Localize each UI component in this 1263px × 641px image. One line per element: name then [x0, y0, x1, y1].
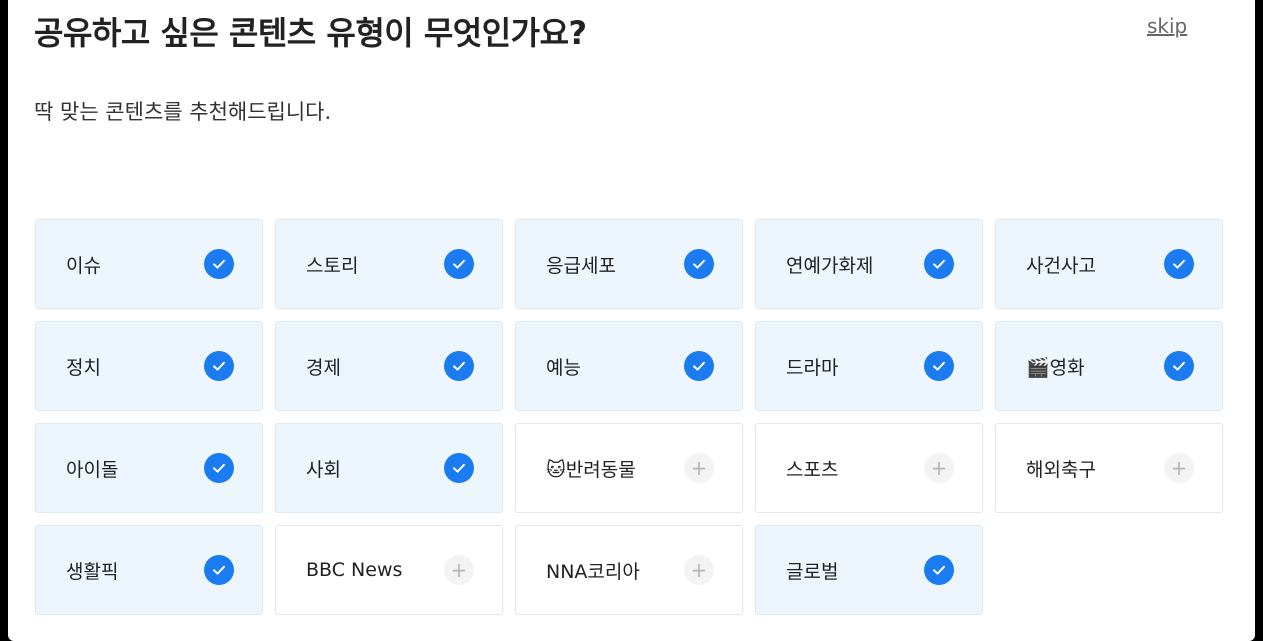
category-card[interactable]: 드라마: [755, 321, 983, 411]
category-card[interactable]: 사회: [275, 423, 503, 513]
category-label: 🎬영화: [1026, 356, 1085, 379]
skip-link[interactable]: skip: [1147, 14, 1187, 38]
category-label: 🐱반려동물: [546, 458, 636, 481]
plus-icon: +: [684, 453, 714, 483]
category-label: 이슈: [66, 254, 101, 277]
category-label: 정치: [66, 356, 101, 379]
check-icon: [204, 249, 234, 279]
category-label: 스토리: [306, 254, 359, 277]
category-card[interactable]: 스포츠 +: [755, 423, 983, 513]
category-label: 사건사고: [1026, 254, 1096, 277]
category-card[interactable]: 아이돌: [35, 423, 263, 513]
category-label: 예능: [546, 356, 581, 379]
plus-icon: +: [924, 453, 954, 483]
category-label: NNA코리아: [546, 560, 640, 583]
category-label: 응급세포: [546, 254, 616, 277]
check-icon: [444, 249, 474, 279]
category-card[interactable]: 글로벌: [755, 525, 983, 615]
check-icon: [204, 453, 234, 483]
category-label: BBC News: [306, 559, 403, 581]
onboarding-modal: 공유하고 싶은 콘텐츠 유형이 무엇인가요? skip 딱 맞는 콘텐츠를 추천…: [8, 0, 1255, 641]
category-card[interactable]: 이슈: [35, 219, 263, 309]
category-card[interactable]: 스토리: [275, 219, 503, 309]
plus-icon: +: [684, 555, 714, 585]
category-label: 아이돌: [66, 458, 119, 481]
category-label: 사회: [306, 458, 341, 481]
category-card[interactable]: 해외축구 +: [995, 423, 1223, 513]
check-icon: [204, 555, 234, 585]
category-label: 스포츠: [786, 458, 839, 481]
category-card[interactable]: 🎬영화: [995, 321, 1223, 411]
category-card[interactable]: 예능: [515, 321, 743, 411]
category-card[interactable]: NNA코리아 +: [515, 525, 743, 615]
check-icon: [1164, 351, 1194, 381]
check-icon: [444, 453, 474, 483]
plus-icon: +: [444, 555, 474, 585]
category-card[interactable]: 생활픽: [35, 525, 263, 615]
category-card[interactable]: 사건사고: [995, 219, 1223, 309]
category-label: 경제: [306, 356, 341, 379]
page-subtitle: 딱 맞는 콘텐츠를 추천해드립니다.: [34, 100, 332, 124]
check-icon: [924, 351, 954, 381]
page-title: 공유하고 싶은 콘텐츠 유형이 무엇인가요?: [34, 14, 587, 52]
category-label: 연예가화제: [786, 254, 874, 277]
category-label: 해외축구: [1026, 458, 1096, 481]
check-icon: [1164, 249, 1194, 279]
category-card[interactable]: BBC News +: [275, 525, 503, 615]
plus-icon: +: [1164, 453, 1194, 483]
check-icon: [684, 351, 714, 381]
category-card[interactable]: 경제: [275, 321, 503, 411]
category-card[interactable]: 연예가화제: [755, 219, 983, 309]
category-card[interactable]: 정치: [35, 321, 263, 411]
check-icon: [924, 249, 954, 279]
check-icon: [444, 351, 474, 381]
category-label: 드라마: [786, 356, 839, 379]
check-icon: [204, 351, 234, 381]
category-label: 생활픽: [66, 560, 119, 583]
check-icon: [924, 555, 954, 585]
category-card[interactable]: 🐱반려동물 +: [515, 423, 743, 513]
category-label: 글로벌: [786, 560, 839, 583]
category-card[interactable]: 응급세포: [515, 219, 743, 309]
check-icon: [684, 249, 714, 279]
category-grid: 이슈 스토리 응급세포 연예가화제 사건사고정치 경제 예능 드라마 🎬영화아이돌 사회 🐱반려동물…: [35, 219, 1223, 615]
